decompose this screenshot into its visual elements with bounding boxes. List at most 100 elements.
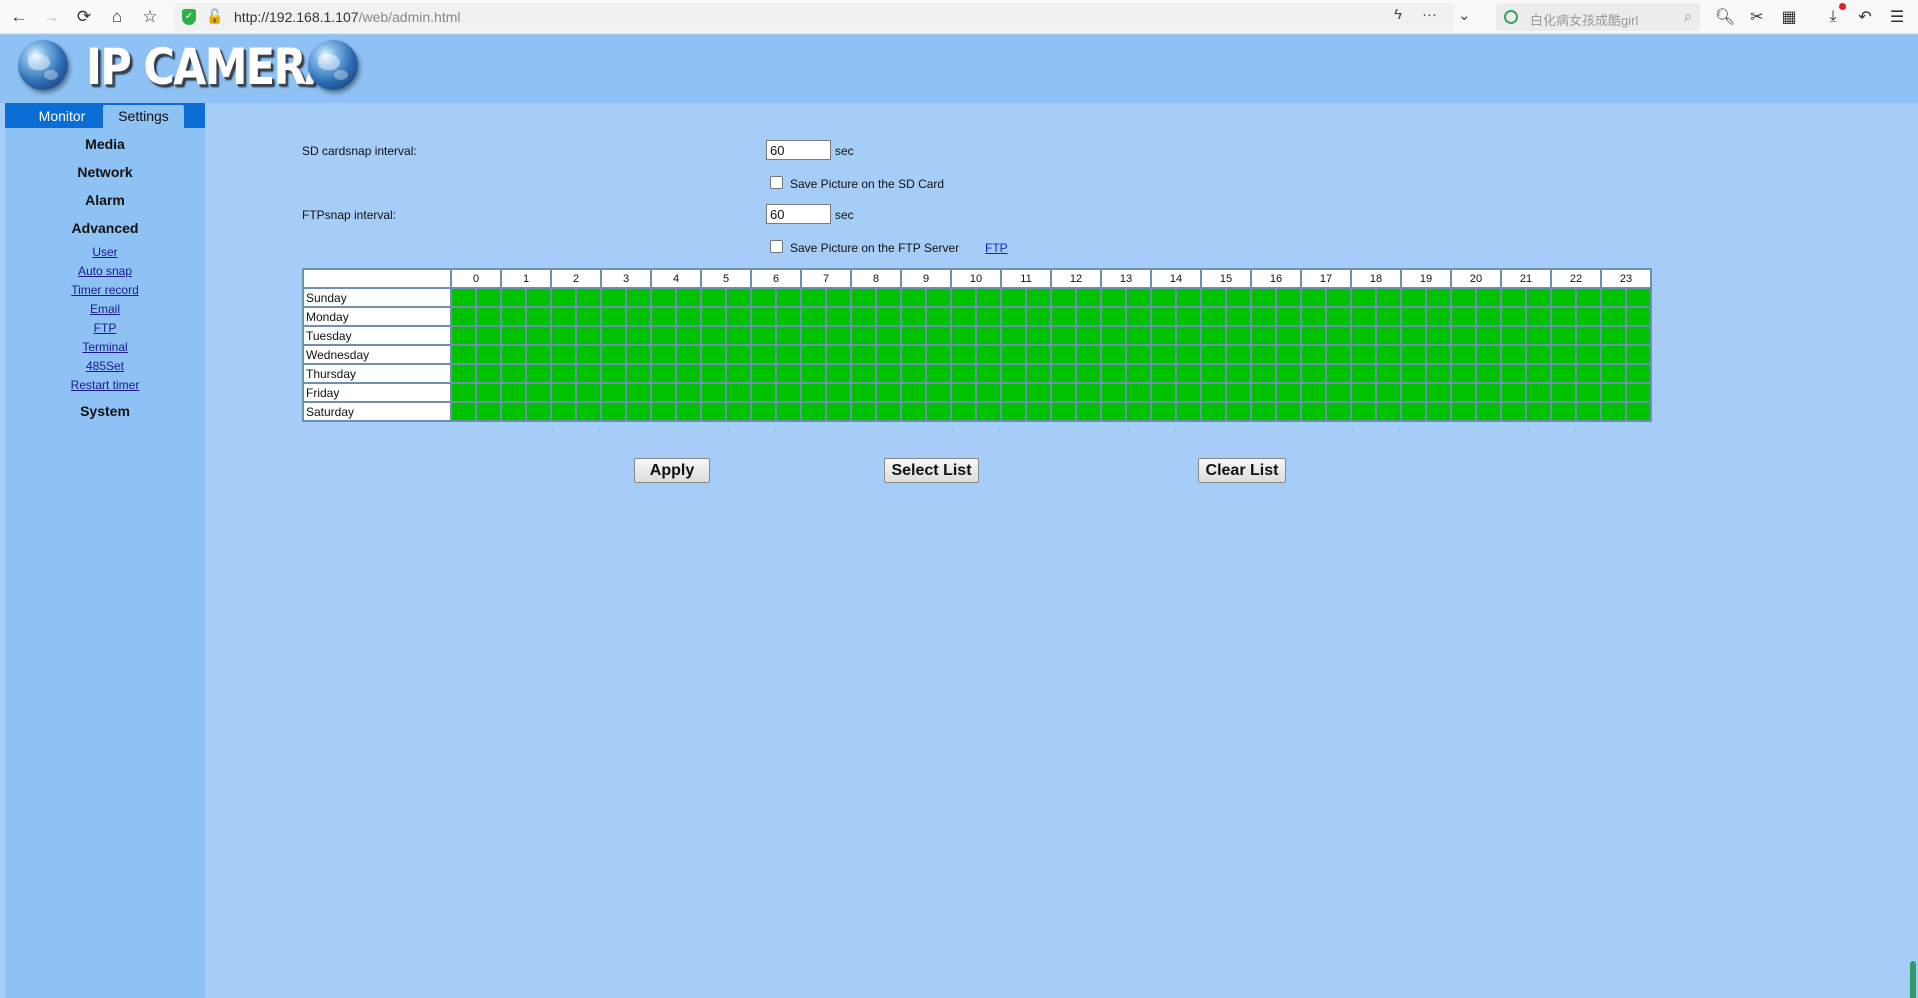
schedule-cell[interactable] bbox=[752, 308, 775, 325]
schedule-cell[interactable] bbox=[1377, 327, 1400, 344]
forward-arrow-icon[interactable]: → bbox=[38, 4, 64, 30]
search-engine-icon[interactable] bbox=[1504, 10, 1518, 24]
schedule-cell[interactable] bbox=[1102, 403, 1125, 420]
schedule-cell[interactable] bbox=[1427, 289, 1450, 306]
schedule-cell[interactable] bbox=[1527, 403, 1550, 420]
schedule-cell[interactable] bbox=[1502, 308, 1525, 325]
schedule-cell[interactable] bbox=[1102, 289, 1125, 306]
day-label[interactable]: Friday bbox=[304, 384, 450, 401]
schedule-cell[interactable] bbox=[1327, 384, 1350, 401]
schedule-cell[interactable] bbox=[502, 308, 525, 325]
schedule-cell[interactable] bbox=[452, 308, 475, 325]
schedule-cell[interactable] bbox=[1427, 308, 1450, 325]
schedule-cell[interactable] bbox=[927, 384, 950, 401]
schedule-cell[interactable] bbox=[1327, 346, 1350, 363]
schedule-cell[interactable] bbox=[1502, 289, 1525, 306]
schedule-cell[interactable] bbox=[527, 365, 550, 382]
schedule-cell[interactable] bbox=[977, 346, 1000, 363]
schedule-cell[interactable] bbox=[1552, 403, 1575, 420]
clear-list-button[interactable]: Clear List bbox=[1198, 458, 1286, 483]
schedule-cell[interactable] bbox=[1227, 403, 1250, 420]
home-icon[interactable]: ⌂ bbox=[104, 4, 130, 30]
schedule-cell[interactable] bbox=[577, 308, 600, 325]
schedule-cell[interactable] bbox=[1477, 289, 1500, 306]
schedule-cell[interactable] bbox=[677, 289, 700, 306]
schedule-cell[interactable] bbox=[1127, 289, 1150, 306]
schedule-cell[interactable] bbox=[1052, 384, 1075, 401]
scrollbar-thumb[interactable] bbox=[1910, 961, 1916, 998]
schedule-cell[interactable] bbox=[727, 346, 750, 363]
schedule-cell[interactable] bbox=[1277, 346, 1300, 363]
schedule-cell[interactable] bbox=[927, 327, 950, 344]
schedule-cell[interactable] bbox=[1102, 384, 1125, 401]
schedule-cell[interactable] bbox=[1152, 384, 1175, 401]
hour-header[interactable]: 20 bbox=[1452, 270, 1500, 287]
scissors-icon[interactable]: ✂ bbox=[1744, 4, 1770, 30]
schedule-cell[interactable] bbox=[1477, 346, 1500, 363]
hour-header[interactable]: 12 bbox=[1052, 270, 1100, 287]
schedule-cell[interactable] bbox=[702, 403, 725, 420]
schedule-cell[interactable] bbox=[802, 308, 825, 325]
schedule-cell[interactable] bbox=[902, 327, 925, 344]
schedule-cell[interactable] bbox=[627, 346, 650, 363]
schedule-cell[interactable] bbox=[1002, 384, 1025, 401]
schedule-cell[interactable] bbox=[1002, 327, 1025, 344]
apps-grid-icon[interactable]: ▦ bbox=[1776, 4, 1802, 30]
schedule-cell[interactable] bbox=[577, 403, 600, 420]
schedule-cell[interactable] bbox=[1527, 289, 1550, 306]
schedule-cell[interactable] bbox=[702, 327, 725, 344]
schedule-cell[interactable] bbox=[1152, 289, 1175, 306]
schedule-cell[interactable] bbox=[1002, 346, 1025, 363]
schedule-cell[interactable] bbox=[1227, 327, 1250, 344]
schedule-cell[interactable] bbox=[1552, 308, 1575, 325]
schedule-cell[interactable] bbox=[902, 289, 925, 306]
schedule-cell[interactable] bbox=[502, 346, 525, 363]
schedule-cell[interactable] bbox=[877, 365, 900, 382]
schedule-cell[interactable] bbox=[827, 384, 850, 401]
schedule-cell[interactable] bbox=[527, 289, 550, 306]
schedule-cell[interactable] bbox=[977, 308, 1000, 325]
schedule-cell[interactable] bbox=[502, 403, 525, 420]
schedule-cell[interactable] bbox=[877, 308, 900, 325]
schedule-cell[interactable] bbox=[1402, 403, 1425, 420]
schedule-cell[interactable] bbox=[777, 308, 800, 325]
schedule-cell[interactable] bbox=[1277, 308, 1300, 325]
schedule-cell[interactable] bbox=[1502, 346, 1525, 363]
schedule-cell[interactable] bbox=[1302, 346, 1325, 363]
schedule-cell[interactable] bbox=[1252, 403, 1275, 420]
hour-header[interactable]: 4 bbox=[652, 270, 700, 287]
schedule-cell[interactable] bbox=[1477, 384, 1500, 401]
schedule-cell[interactable] bbox=[652, 346, 675, 363]
schedule-cell[interactable] bbox=[552, 308, 575, 325]
schedule-cell[interactable] bbox=[1002, 308, 1025, 325]
schedule-cell[interactable] bbox=[452, 327, 475, 344]
schedule-cell[interactable] bbox=[1077, 346, 1100, 363]
schedule-cell[interactable] bbox=[827, 308, 850, 325]
schedule-cell[interactable] bbox=[977, 403, 1000, 420]
schedule-cell[interactable] bbox=[1102, 365, 1125, 382]
schedule-cell[interactable] bbox=[1177, 403, 1200, 420]
schedule-cell[interactable] bbox=[477, 346, 500, 363]
schedule-cell[interactable] bbox=[927, 403, 950, 420]
schedule-cell[interactable] bbox=[677, 308, 700, 325]
schedule-cell[interactable] bbox=[627, 327, 650, 344]
schedule-cell[interactable] bbox=[1552, 365, 1575, 382]
schedule-cell[interactable] bbox=[727, 308, 750, 325]
schedule-cell[interactable] bbox=[1027, 327, 1050, 344]
schedule-cell[interactable] bbox=[1252, 384, 1275, 401]
hour-header[interactable]: 18 bbox=[1352, 270, 1400, 287]
sd-save-checkbox[interactable] bbox=[770, 176, 783, 189]
schedule-cell[interactable] bbox=[1377, 365, 1400, 382]
schedule-cell[interactable] bbox=[702, 308, 725, 325]
schedule-cell[interactable] bbox=[1352, 327, 1375, 344]
schedule-cell[interactable] bbox=[552, 327, 575, 344]
hour-header[interactable]: 17 bbox=[1302, 270, 1350, 287]
schedule-cell[interactable] bbox=[1602, 384, 1625, 401]
schedule-cell[interactable] bbox=[1452, 327, 1475, 344]
schedule-cell[interactable] bbox=[1077, 403, 1100, 420]
schedule-cell[interactable] bbox=[602, 384, 625, 401]
schedule-cell[interactable] bbox=[802, 346, 825, 363]
schedule-cell[interactable] bbox=[1052, 289, 1075, 306]
schedule-cell[interactable] bbox=[1302, 308, 1325, 325]
schedule-cell[interactable] bbox=[902, 346, 925, 363]
